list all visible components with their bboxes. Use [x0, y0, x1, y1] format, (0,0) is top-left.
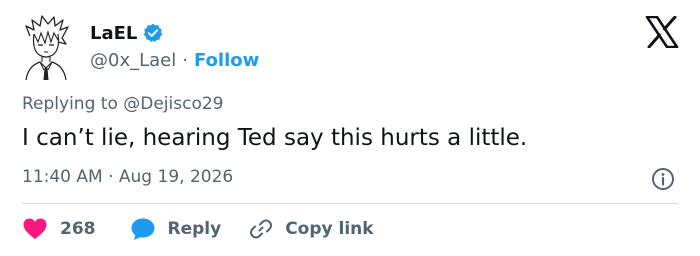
- separator-dot: ·: [182, 49, 188, 71]
- tweet-text: I can’t lie, hearing Ted say this hurts …: [22, 125, 528, 151]
- author-name-row: LaEL: [90, 20, 163, 46]
- copy-link-label: Copy link: [285, 219, 374, 239]
- link-icon: [249, 217, 273, 241]
- replying-to-line: Replying to @Dejisco29: [22, 94, 223, 114]
- reply-label: Reply: [167, 219, 222, 239]
- avatar[interactable]: [22, 14, 70, 81]
- author-display-name[interactable]: LaEL: [90, 23, 137, 44]
- x-logo-icon[interactable]: [645, 15, 679, 49]
- tweet-timestamp[interactable]: 11:40 AM · Aug 19, 2026: [22, 167, 233, 187]
- anime-boy-sketch-avatar: [25, 15, 69, 81]
- info-icon[interactable]: [651, 167, 675, 191]
- action-bar: 268 Reply Copy link: [22, 214, 374, 244]
- like-button[interactable]: 268: [22, 217, 96, 241]
- author-handle-row: @0x_Lael · Follow: [90, 47, 259, 73]
- replying-to-prefix: Replying to: [22, 94, 118, 114]
- like-count: 268: [60, 219, 96, 239]
- replying-to-handle[interactable]: @Dejisco29: [123, 94, 223, 114]
- divider: [22, 203, 678, 204]
- verified-badge-icon: [143, 23, 163, 43]
- reply-button[interactable]: Reply: [130, 217, 222, 241]
- reply-bubble-icon: [130, 217, 156, 241]
- follow-button[interactable]: Follow: [194, 50, 259, 71]
- copy-link-button[interactable]: Copy link: [249, 217, 374, 241]
- author-handle[interactable]: @0x_Lael: [90, 50, 176, 71]
- heart-icon: [22, 217, 48, 241]
